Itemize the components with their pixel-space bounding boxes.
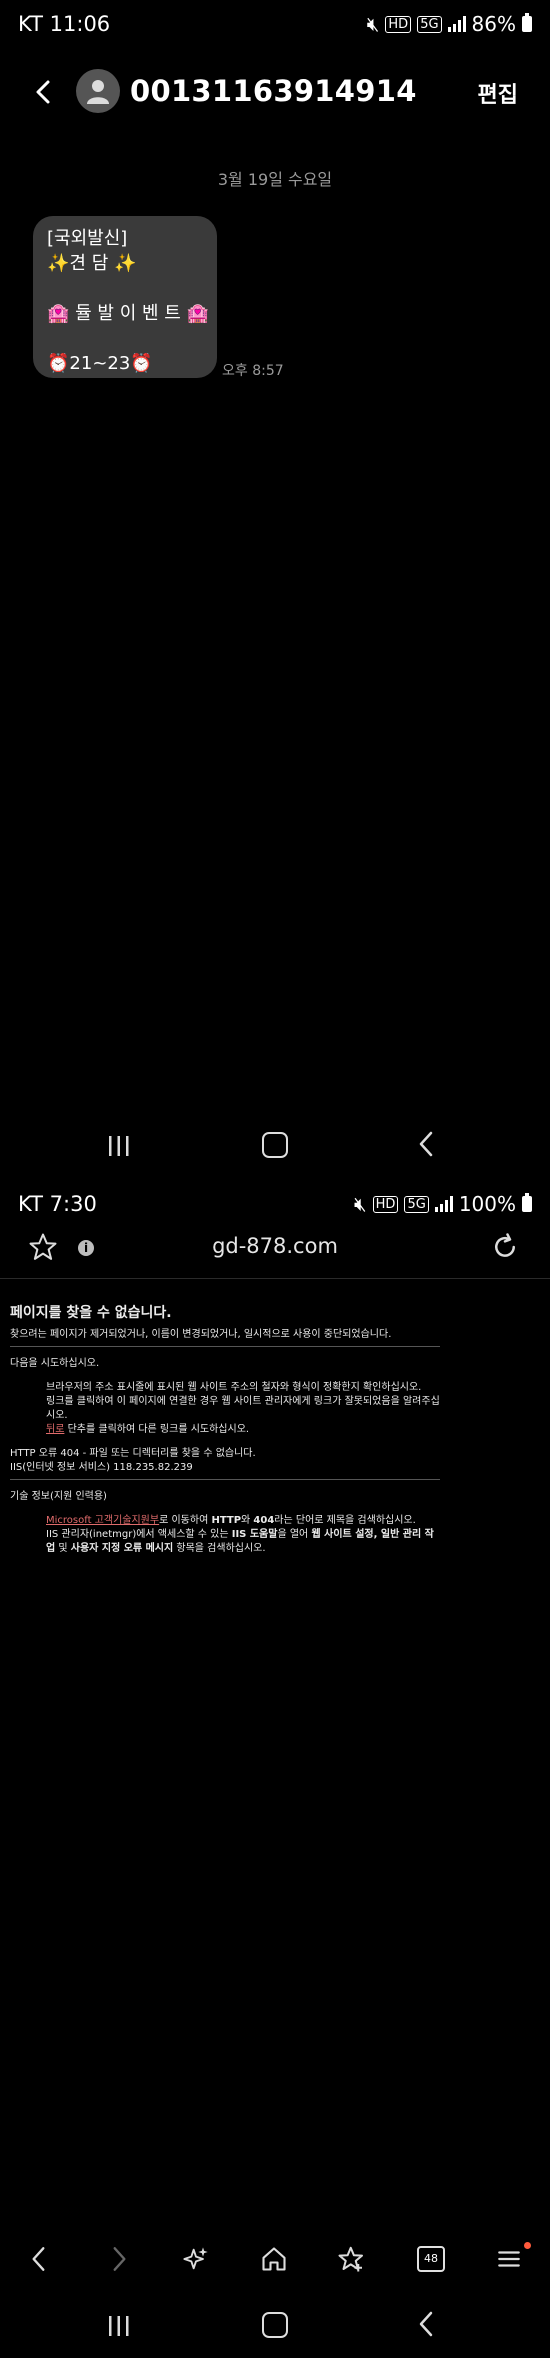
try-line: 뒤로 단추를 클릭하여 다른 링크를 시도하십시오. — [46, 1424, 250, 1435]
http-error: HTTP 오류 404 - 파일 또는 디렉터리를 찾을 수 없습니다. — [10, 1448, 256, 1459]
network-icon: 5G — [404, 1195, 429, 1213]
tabs-count-icon[interactable]: 48 — [417, 2246, 445, 2272]
message-line — [47, 276, 217, 301]
hd-icon: HD — [372, 1195, 399, 1213]
url-text[interactable]: gd-878.com — [0, 1234, 550, 1258]
avatar[interactable] — [76, 69, 120, 113]
try-line: 브라우저의 주소 표시줄에 표시된 웹 사이트 주소의 철자와 형식이 정확한지… — [46, 1382, 422, 1393]
person-icon — [87, 80, 109, 104]
error-title: 페이지를 찾을 수 없습니다. — [10, 1305, 172, 1321]
carrier-time: KT 11:06 — [18, 12, 111, 36]
battery-percent: 86% — [471, 12, 516, 36]
battery-icon — [522, 1193, 532, 1212]
carrier-time: KT 7:30 — [18, 1192, 97, 1216]
message-bubble[interactable]: [국외발신] ✨견 담 ✨ 🏩 듈 발 이 벤 트 🏩 ⏰21~23⏰ — [33, 216, 217, 378]
signal-icon — [447, 16, 466, 32]
system-nav-bar-2 — [0, 2296, 550, 2356]
network-icon: 5G — [417, 15, 442, 33]
back-link[interactable]: 뒤로 — [46, 1424, 64, 1435]
mute-icon: 🔇︎ — [354, 1192, 367, 1216]
home-icon[interactable] — [262, 1132, 288, 1158]
bookmarks-icon[interactable] — [337, 2244, 367, 2274]
message-line: [국외발신] — [47, 228, 128, 249]
message-line: ⏰21~23⏰ — [47, 353, 153, 374]
reload-icon[interactable] — [490, 1232, 520, 1262]
error-page: 페이지를 찾을 수 없습니다. 찾으려는 페이지가 제거되었거나, 이름이 변경… — [10, 1300, 440, 1556]
ai-sparkle-icon[interactable] — [182, 2244, 210, 2274]
menu-icon[interactable] — [496, 2244, 522, 2274]
iis-info: IIS(인터넷 정보 서비스) 118.235.82.239 — [10, 1462, 193, 1473]
browser-back-icon[interactable] — [26, 2244, 52, 2274]
tech-line: IIS 관리자(inetmgr)에서 액세스할 수 있는 IIS 도움말을 열어… — [46, 1529, 434, 1554]
browser-address-bar: i gd-878.com — [0, 1220, 550, 1279]
back-arrow-icon[interactable] — [28, 76, 60, 108]
nav-back-icon[interactable] — [414, 2310, 438, 2338]
signal-icon — [434, 1196, 453, 1212]
microsoft-support-link[interactable]: Microsoft 고객기술지원부 — [46, 1515, 159, 1526]
divider — [10, 1346, 440, 1347]
status-bar: KT 11:06 🔇︎ HD 5G 86% — [0, 0, 550, 50]
home-icon[interactable] — [262, 2312, 288, 2338]
message-line — [47, 326, 217, 351]
conversation-header: 00131163914914 편집 — [0, 60, 550, 124]
message-time: 오후 8:57 — [222, 363, 284, 379]
error-subtitle: 찾으려는 페이지가 제거되었거나, 이름이 변경되었거나, 일시적으로 사용이 … — [10, 1329, 392, 1340]
browser-toolbar: 48 — [0, 2230, 550, 2290]
mute-icon: 🔇︎ — [366, 12, 380, 36]
date-divider: 3월 19일 수요일 — [217, 170, 333, 189]
message-line: 🏩 듈 발 이 벤 트 🏩 — [47, 303, 209, 324]
contact-number: 00131163914914 — [130, 74, 417, 108]
tech-heading: 기술 정보(지원 인력용) — [10, 1491, 107, 1502]
divider — [10, 1479, 440, 1480]
message-line: ✨견 담 ✨ — [47, 253, 137, 274]
hd-icon: HD — [385, 15, 412, 33]
edit-button[interactable]: 편집 — [478, 77, 518, 109]
try-heading: 다음을 시도하십시오. — [10, 1358, 100, 1369]
nav-back-icon[interactable] — [414, 1130, 438, 1158]
try-line: 링크를 클릭하여 이 페이지에 연결한 경우 웹 사이트 관리자에게 링크가 잘… — [46, 1396, 440, 1421]
system-nav-bar — [0, 1116, 550, 1176]
notification-dot — [524, 2242, 531, 2249]
battery-percent: 100% — [458, 1192, 516, 1216]
recent-apps-icon[interactable] — [108, 1134, 130, 1158]
tech-line: Microsoft 고객기술지원부로 이동하여 HTTP와 404라는 단어로 … — [46, 1515, 416, 1526]
battery-icon — [522, 13, 532, 32]
browser-forward-icon[interactable] — [106, 2244, 132, 2274]
home-icon[interactable] — [260, 2244, 288, 2274]
recent-apps-icon[interactable] — [108, 2314, 130, 2338]
